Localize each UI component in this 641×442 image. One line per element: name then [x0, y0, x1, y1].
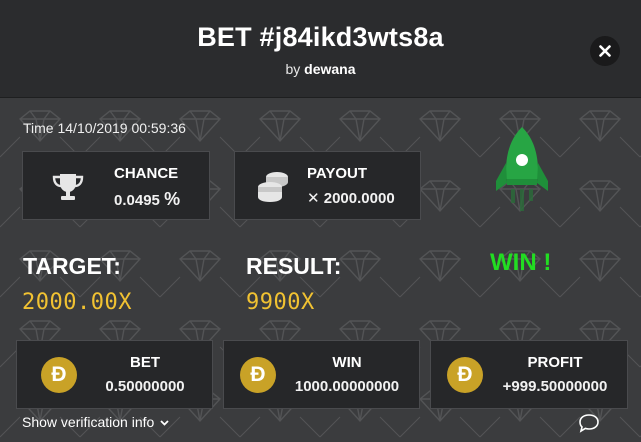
- profit-amount-label: PROFIT: [527, 354, 583, 371]
- payout-box: PAYOUT ✕ 2000.0000: [234, 151, 421, 220]
- doge-coin-icon: Đ: [41, 357, 77, 393]
- bet-details-modal: BET #j84ikd3wts8a by dewana Time 14/10/2…: [0, 0, 641, 442]
- bet-title: BET #j84ikd3wts8a: [197, 22, 444, 52]
- bet-byline: by dewana: [0, 61, 641, 77]
- win-amount-value: 1000.00000000: [294, 378, 400, 395]
- doge-coin-icon: Đ: [447, 357, 483, 393]
- payout-value-row: ✕ 2000.0000: [307, 189, 395, 207]
- coins-stack-icon: [258, 172, 288, 202]
- chat-bubble-icon[interactable]: [577, 412, 601, 434]
- win-amount-label: WIN: [332, 354, 362, 371]
- chance-label: CHANCE: [114, 165, 179, 182]
- chevron-down-icon: [160, 420, 169, 427]
- win-amount-box: Đ WIN 1000.00000000: [223, 340, 420, 409]
- payout-value: 2000.0000: [323, 190, 395, 207]
- target-value: 2000.00X: [22, 290, 132, 315]
- rocket-icon: [496, 127, 548, 211]
- close-icon: [599, 45, 611, 57]
- close-button[interactable]: [590, 36, 620, 66]
- bet-amount-label: BET: [130, 354, 160, 371]
- multiply-icon: ✕: [307, 190, 320, 207]
- modal-header: BET #j84ikd3wts8a by dewana: [0, 0, 641, 98]
- trophy-icon: [52, 174, 84, 200]
- target-label: TARGET:: [23, 253, 121, 279]
- verification-info-toggle[interactable]: Show verification info: [22, 414, 169, 430]
- profit-amount-box: Đ PROFIT +999.50000000: [430, 340, 628, 409]
- coin-symbol: Đ: [51, 363, 67, 386]
- chance-value: 0.0495: [114, 192, 160, 209]
- byline-prefix: by: [285, 61, 301, 77]
- chance-box: CHANCE 0.0495 %: [22, 151, 210, 220]
- bet-amount-box: Đ BET 0.50000000: [16, 340, 213, 409]
- username-link[interactable]: dewana: [304, 61, 355, 77]
- bet-amount-value: 0.50000000: [105, 378, 185, 395]
- chance-unit: %: [164, 189, 181, 209]
- result-label: RESULT:: [246, 253, 342, 279]
- bet-time: Time 14/10/2019 00:59:36: [23, 120, 186, 136]
- payout-label: PAYOUT: [307, 165, 368, 182]
- win-status-label: WIN !: [490, 249, 552, 276]
- verification-info-label: Show verification info: [22, 414, 155, 430]
- coin-symbol: Đ: [457, 363, 473, 386]
- coin-symbol: Đ: [250, 363, 266, 386]
- result-value: 9900X: [246, 290, 315, 315]
- chance-value-row: 0.0495 %: [114, 189, 180, 210]
- profit-amount-value: +999.50000000: [502, 378, 608, 395]
- doge-coin-icon: Đ: [240, 357, 276, 393]
